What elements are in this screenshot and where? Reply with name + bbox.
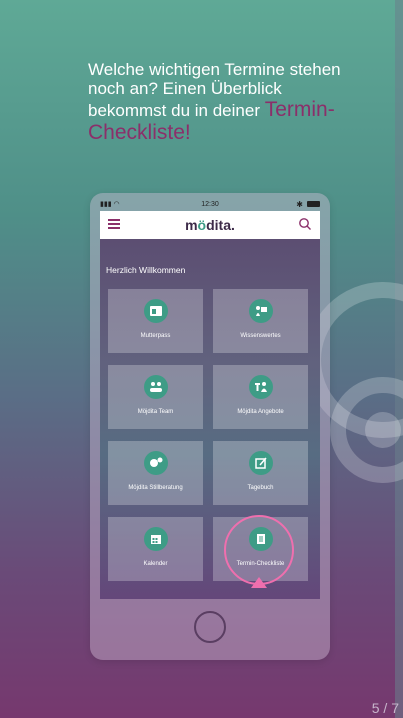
tile-label: Mutterpass (140, 333, 171, 339)
breastfeeding-icon (143, 451, 168, 475)
tile-wissenswertes[interactable]: Wissenswertes (213, 289, 308, 353)
tile-mojdita-angebote[interactable]: Möjdita Angebote (213, 365, 308, 429)
tile-label: Kalender (143, 561, 168, 567)
tile-tagebuch[interactable]: Tagebuch (213, 441, 308, 505)
phone-mockup: ▮▮▮ ◠ 12:30 ✱ mödita. Herzlich Willkomme… (90, 193, 330, 660)
checklist-icon (248, 527, 273, 551)
app-screen: Herzlich Willkommen Mutterpass Wissenswe… (100, 239, 320, 599)
tile-mojdita-team[interactable]: Möjdita Team (108, 365, 203, 429)
tile-label: Tagebuch (247, 485, 274, 491)
tile-kalender[interactable]: Kalender (108, 517, 203, 581)
headline: Welche wichtigen Termine stehen noch an?… (88, 60, 348, 144)
team-icon (143, 375, 168, 399)
tile-label: Möjdita Stillberatung (128, 485, 183, 491)
tile-label: Möjdita Angebote (237, 409, 284, 415)
search-icon[interactable] (298, 217, 312, 231)
id-card-icon (143, 299, 168, 323)
welcome-text: Herzlich Willkommen (106, 265, 186, 275)
tile-mutterpass[interactable]: Mutterpass (108, 289, 203, 353)
tile-label: Wissenswertes (240, 333, 281, 339)
tile-label: Möjdita Team (137, 409, 174, 415)
home-button[interactable] (194, 611, 226, 643)
phone-home-area (90, 599, 330, 660)
edge-bar (395, 0, 403, 718)
calendar-icon (143, 527, 168, 551)
tile-mojdita-stillberatung[interactable]: Möjdita Stillberatung (108, 441, 203, 505)
page-indicator: 5 / 7 (371, 700, 399, 716)
diary-icon (248, 451, 273, 475)
tile-label: Termin-Checkliste (236, 561, 285, 567)
info-icon (248, 299, 273, 323)
offers-icon (248, 375, 273, 399)
status-bar: ▮▮▮ ◠ 12:30 ✱ (100, 198, 320, 210)
status-time: 12:30 (201, 200, 219, 208)
app-bar: mödita. (100, 211, 320, 239)
tile-termin-checkliste[interactable]: Termin-Checkliste (213, 517, 308, 581)
app-logo: mödita. (185, 217, 235, 233)
